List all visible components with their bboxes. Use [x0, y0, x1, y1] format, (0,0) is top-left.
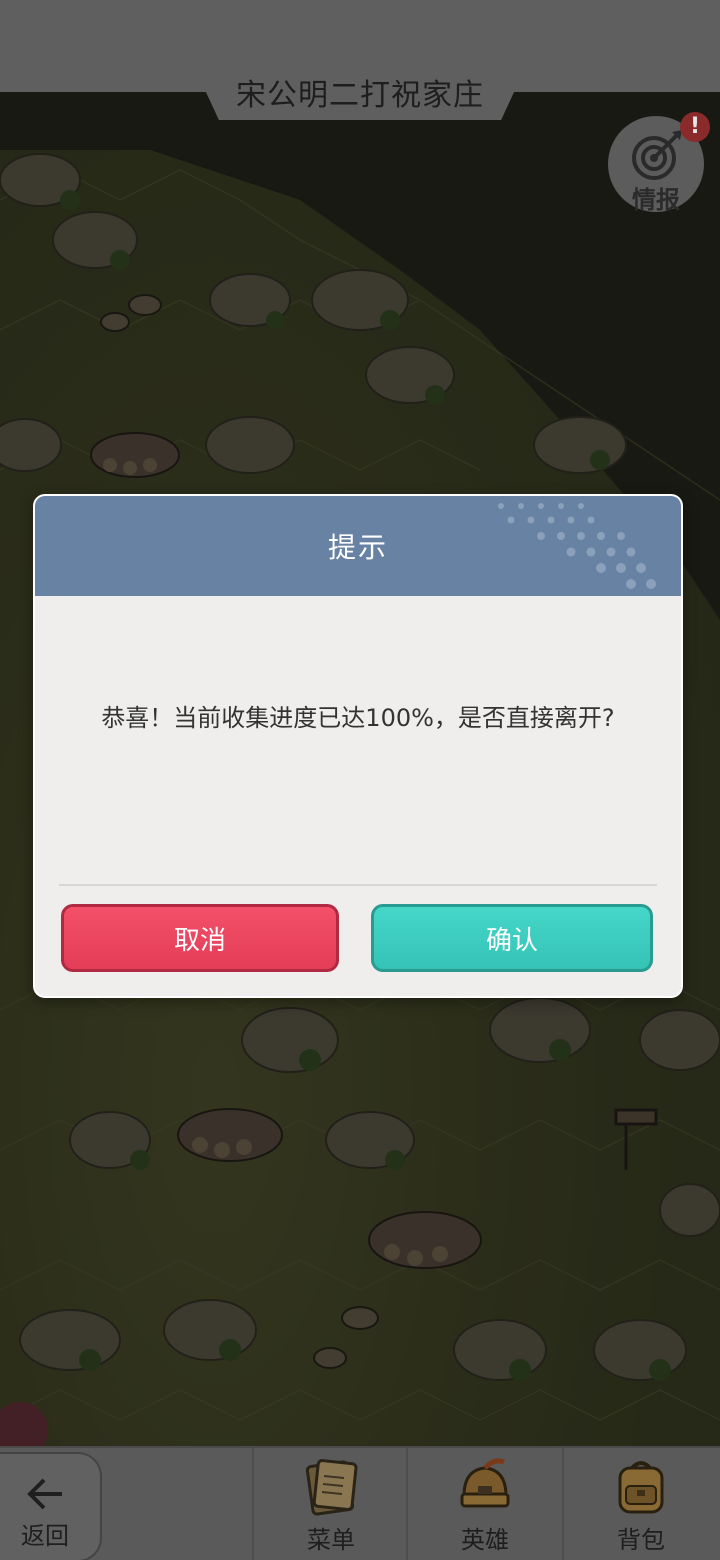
dialog-message: 恭喜！当前收集进度已达100%，是否直接离开?: [101, 704, 615, 732]
confirm-button[interactable]: 确认: [371, 904, 653, 972]
nav-hero-button[interactable]: 英雄: [408, 1448, 562, 1560]
nav-menu-button[interactable]: 菜单: [254, 1448, 408, 1560]
target-icon: [632, 130, 682, 180]
backpack-icon: [618, 1461, 664, 1514]
stage-title: 宋公明二打祝家庄: [236, 78, 484, 113]
intel-button[interactable]: 情报 !: [608, 112, 710, 214]
nav-backpack-button[interactable]: 背包: [564, 1448, 718, 1560]
back-button[interactable]: 返回: [0, 1452, 102, 1560]
scroll-icon: [305, 1459, 358, 1516]
intel-label: 情报: [632, 186, 680, 214]
nav-menu-label: 菜单: [307, 1526, 355, 1554]
nav-hero-label: 英雄: [461, 1526, 509, 1554]
nav-backpack-label: 背包: [617, 1526, 665, 1554]
back-label: 返回: [21, 1522, 69, 1550]
dialog-divider: [59, 884, 657, 886]
cancel-button[interactable]: 取消: [61, 904, 339, 972]
bottom-nav-bar: 返回 菜单 英雄 背包: [0, 1446, 720, 1560]
alert-badge: !: [680, 112, 710, 142]
game-screen: 宋公明二打祝家庄 情报 ! 提示 恭喜！当前收集进度已达100%，是否直接离开?…: [0, 0, 720, 1560]
dialog-title: 提示: [327, 531, 388, 564]
arrow-left-icon: [27, 1478, 62, 1510]
hero-helmet-icon: [460, 1458, 510, 1508]
confirm-dialog: 提示 恭喜！当前收集进度已达100%，是否直接离开? 取消 确认: [33, 494, 683, 998]
